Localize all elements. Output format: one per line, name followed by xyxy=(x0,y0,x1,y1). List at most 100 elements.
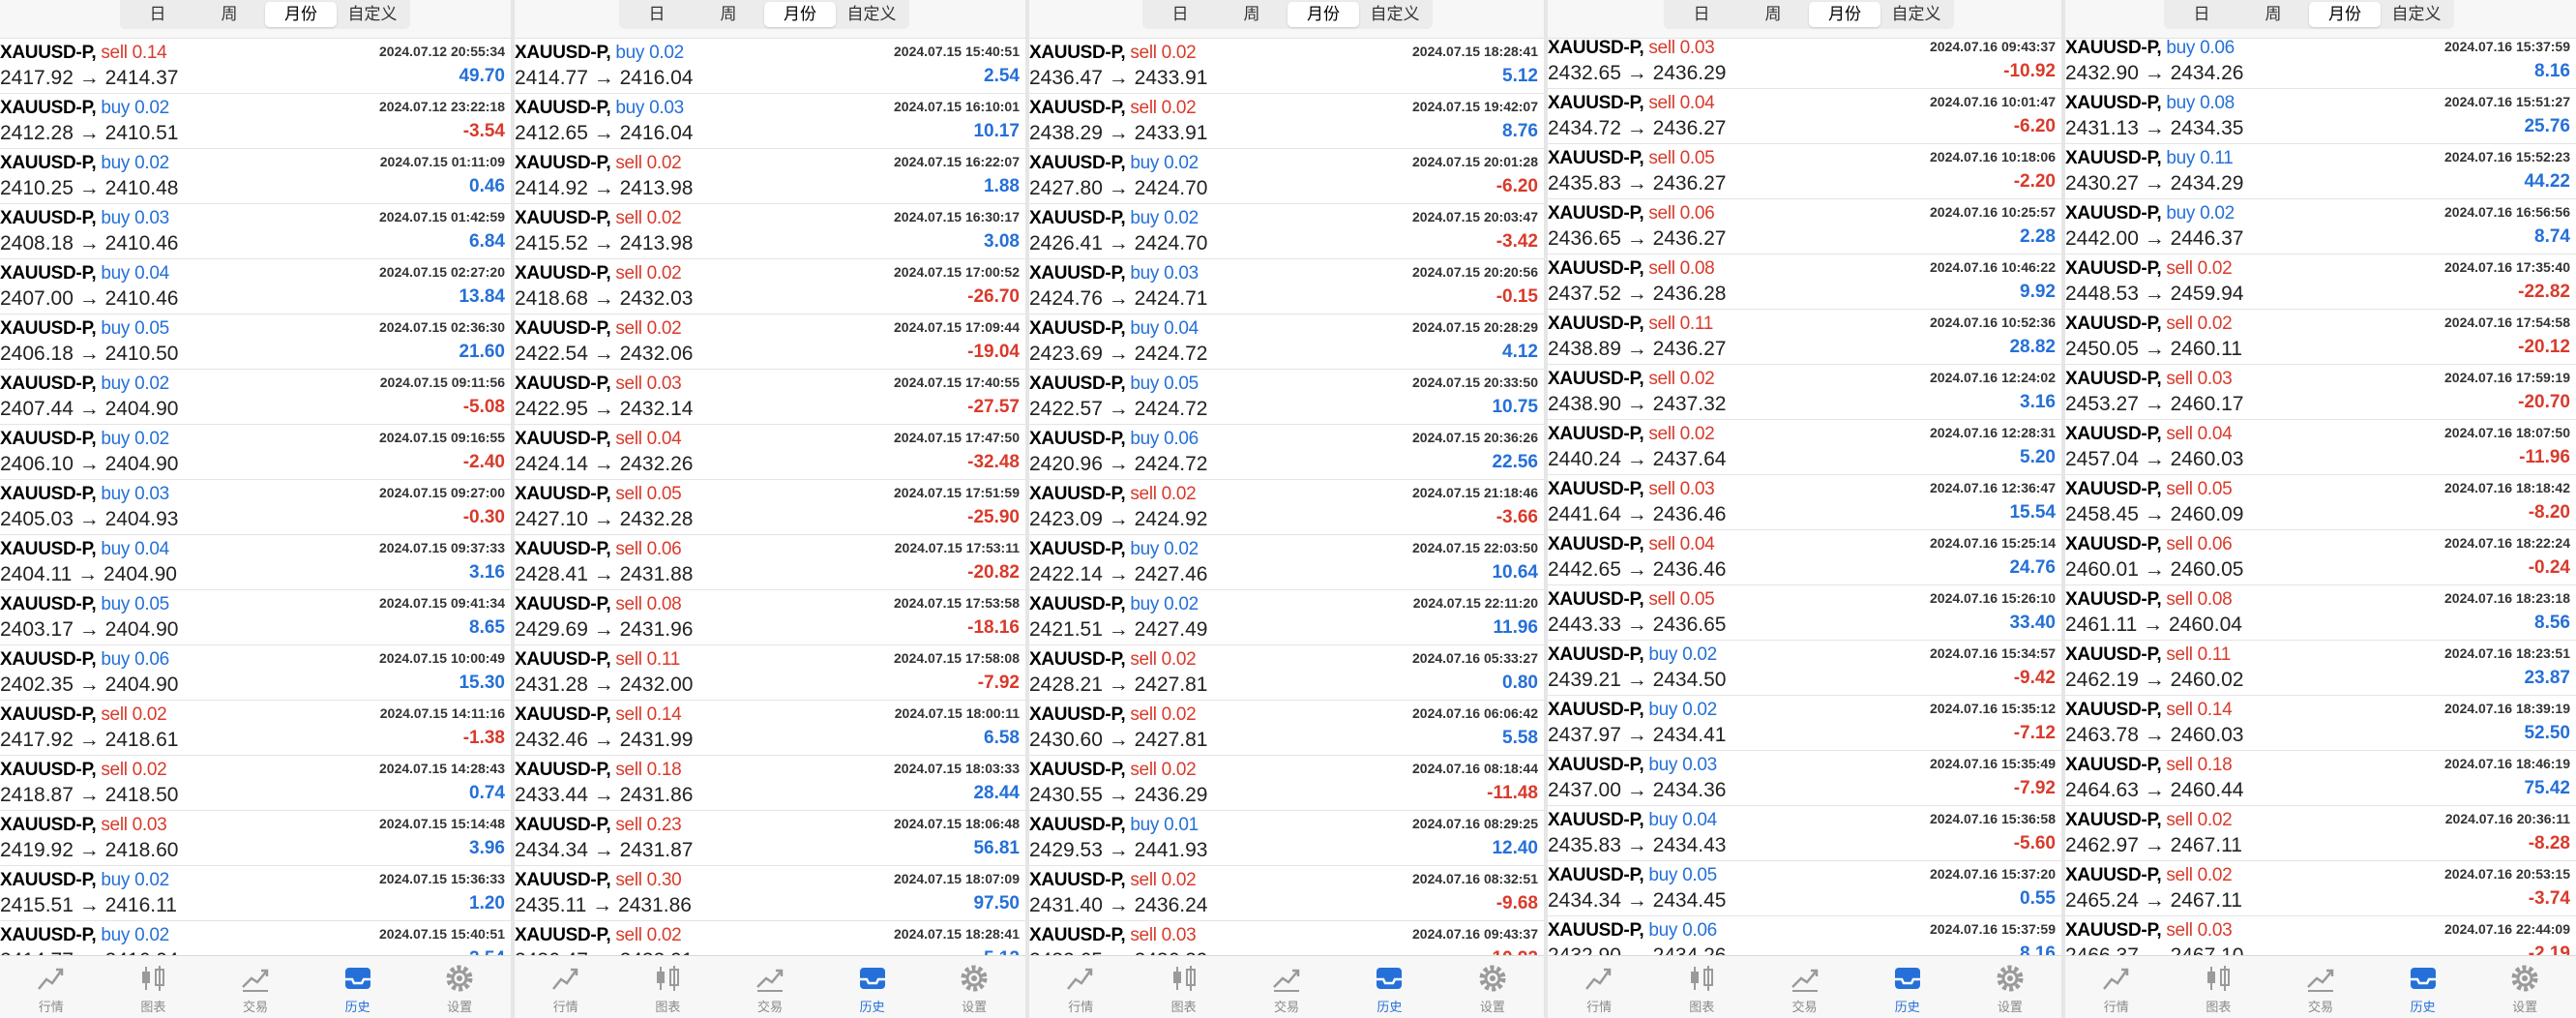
trade-row[interactable]: XAUUSD-P, sell 0.02 2423.09 → 2424.92 2024… xyxy=(1029,480,1544,535)
tab-month[interactable]: 月份 xyxy=(2309,2,2381,27)
trade-row[interactable]: XAUUSD-P, sell 0.14 2463.78 → 2460.03 2024… xyxy=(2065,696,2576,751)
trade-row[interactable]: XAUUSD-P, buy 0.02 2426.41 → 2424.70 2024.… xyxy=(1029,204,1544,259)
trade-row[interactable]: XAUUSD-P, buy 0.03 2424.76 → 2424.71 2024.… xyxy=(1029,259,1544,314)
trade-row[interactable]: XAUUSD-P, sell 0.30 2435.11 → 2431.86 2024… xyxy=(515,866,1025,921)
trade-row[interactable]: XAUUSD-P, sell 0.032432.65 → 2436.292024… xyxy=(1029,921,1544,955)
tab-custom[interactable]: 自定义 xyxy=(337,2,408,27)
trade-row[interactable]: XAUUSD-P, sell 0.06 2460.01 → 2460.05 2024… xyxy=(2065,530,2576,585)
trade-row[interactable]: XAUUSD-P, sell 0.02 2415.52 → 2413.98 2024… xyxy=(515,204,1025,259)
trade-history-list[interactable]: XAUUSD-P, sell 0.03 2432.65 → 2436.29 2024… xyxy=(1548,34,2061,955)
tab-day[interactable]: 日 xyxy=(122,2,193,27)
trade-row[interactable]: XAUUSD-P, sell 0.03 2441.64 → 2436.46 2024… xyxy=(1548,475,2061,530)
trade-row[interactable]: XAUUSD-P, buy 0.02 2406.10 → 2404.90 2024.… xyxy=(0,425,511,480)
tab-month[interactable]: 月份 xyxy=(265,2,337,27)
nav-item-charts[interactable]: 图表 xyxy=(617,956,720,1018)
trade-row[interactable]: XAUUSD-P, buy 0.04 2407.00 → 2410.46 2024.… xyxy=(0,259,511,314)
trade-row[interactable]: XAUUSD-P, buy 0.02 2410.25 → 2410.48 2024.… xyxy=(0,149,511,204)
trade-row[interactable]: XAUUSD-P, buy 0.08 2431.13 → 2434.35 2024.… xyxy=(2065,89,2576,144)
nav-item-charts[interactable]: 图表 xyxy=(1132,956,1234,1018)
trade-row[interactable]: XAUUSD-P, buy 0.02 2442.00 → 2446.37 2024.… xyxy=(2065,199,2576,254)
nav-item-history[interactable]: 历史 xyxy=(1338,956,1440,1018)
trade-row[interactable]: XAUUSD-P, sell 0.14 2432.46 → 2431.99 2024… xyxy=(515,701,1025,756)
trade-row[interactable]: XAUUSD-P, buy 0.02 2414.77 → 2416.04 2024.… xyxy=(515,39,1025,94)
tab-day[interactable]: 日 xyxy=(1666,2,1737,27)
tab-month[interactable]: 月份 xyxy=(1288,2,1359,27)
trade-row[interactable]: XAUUSD-P, sell 0.08 2437.52 → 2436.28 2024… xyxy=(1548,254,2061,310)
tab-day[interactable]: 日 xyxy=(1144,2,1216,27)
trade-row[interactable]: XAUUSD-P, sell 0.18 2464.63 → 2460.44 2024… xyxy=(2065,751,2576,806)
trade-row[interactable]: XAUUSD-P, buy 0.02 2415.51 → 2416.11 2024.… xyxy=(0,866,511,921)
trade-row[interactable]: XAUUSD-P, buy 0.02 2439.21 → 2434.50 2024.… xyxy=(1548,641,2061,696)
nav-item-history[interactable]: 历史 xyxy=(1856,956,1959,1018)
nav-item-settings[interactable]: 设置 xyxy=(2473,956,2576,1018)
trade-row[interactable]: XAUUSD-P, buy 0.02 2407.44 → 2404.90 2024.… xyxy=(0,370,511,425)
nav-item-trade[interactable]: 交易 xyxy=(1235,956,1338,1018)
nav-item-charts[interactable]: 图表 xyxy=(2168,956,2270,1018)
nav-item-settings[interactable]: 设置 xyxy=(1441,956,1544,1018)
tab-day[interactable]: 日 xyxy=(2166,2,2237,27)
tab-month[interactable]: 月份 xyxy=(1809,2,1880,27)
trade-row[interactable]: XAUUSD-P, buy 0.04 2435.83 → 2434.43 2024.… xyxy=(1548,806,2061,861)
trade-history-list[interactable]: XAUUSD-P, buy 0.06 2432.90 → 2434.26 2024.… xyxy=(2065,34,2576,955)
trade-row[interactable]: XAUUSD-P, sell 0.18 2433.44 → 2431.86 2024… xyxy=(515,756,1025,811)
trade-row[interactable]: XAUUSD-P, sell 0.02 2436.47 → 2433.91 2024… xyxy=(1029,39,1544,94)
trade-row[interactable]: XAUUSD-P, buy 0.01 2429.53 → 2441.93 2024.… xyxy=(1029,811,1544,866)
nav-item-charts[interactable]: 图表 xyxy=(1650,956,1753,1018)
trade-row[interactable]: XAUUSD-P, buy 0.05 2403.17 → 2404.90 2024.… xyxy=(0,590,511,645)
trade-row[interactable]: XAUUSD-P, sell 0.02 2418.68 → 2432.03 2024… xyxy=(515,259,1025,314)
tab-week[interactable]: 周 xyxy=(693,2,764,27)
trade-row[interactable]: XAUUSD-P, sell 0.03 2453.27 → 2460.17 2024… xyxy=(2065,365,2576,420)
trade-row[interactable]: XAUUSD-P, sell 0.02 2430.60 → 2427.81 2024… xyxy=(1029,701,1544,756)
trade-row[interactable]: XAUUSD-P, sell 0.08 2429.69 → 2431.96 2024… xyxy=(515,590,1025,645)
nav-item-settings[interactable]: 设置 xyxy=(408,956,511,1018)
nav-item-trade[interactable]: 交易 xyxy=(204,956,307,1018)
trade-row[interactable]: XAUUSD-P, sell 0.02 2430.55 → 2436.29 2024… xyxy=(1029,756,1544,811)
nav-item-history[interactable]: 历史 xyxy=(2372,956,2474,1018)
trade-row[interactable]: XAUUSD-P, sell 0.02 2450.05 → 2460.11 2024… xyxy=(2065,310,2576,365)
nav-item-settings[interactable]: 设置 xyxy=(923,956,1025,1018)
trade-row[interactable]: XAUUSD-P, sell 0.04 2442.65 → 2436.46 2024… xyxy=(1548,530,2061,585)
tab-week[interactable]: 周 xyxy=(1737,2,1809,27)
trade-row[interactable]: XAUUSD-P, sell 0.04 2424.14 → 2432.26 2024… xyxy=(515,425,1025,480)
trade-row[interactable]: XAUUSD-P, sell 0.03 2419.92 → 2418.60 2024… xyxy=(0,811,511,866)
trade-row[interactable]: XAUUSD-P, sell 0.02 2418.87 → 2418.50 2024… xyxy=(0,756,511,811)
trade-row[interactable]: XAUUSD-P, sell 0.06 2428.41 → 2431.88 2024… xyxy=(515,535,1025,590)
trade-row[interactable]: XAUUSD-P, buy 0.11 2430.27 → 2434.29 2024.… xyxy=(2065,144,2576,199)
tab-month[interactable]: 月份 xyxy=(764,2,836,27)
trade-row[interactable]: XAUUSD-P, sell 0.02 2422.54 → 2432.06 2024… xyxy=(515,314,1025,370)
trade-row[interactable]: XAUUSD-P, buy 0.02 2412.28 → 2410.51 2024.… xyxy=(0,94,511,149)
trade-row[interactable]: XAUUSD-P, sell 0.05 2458.45 → 2460.09 2024… xyxy=(2065,475,2576,530)
trade-row[interactable]: XAUUSD-P, sell 0.05 2435.83 → 2436.27 2024… xyxy=(1548,144,2061,199)
nav-item-quotes[interactable]: 行情 xyxy=(1548,956,1650,1018)
trade-row[interactable]: XAUUSD-P, sell 0.04 2434.72 → 2436.27 2024… xyxy=(1548,89,2061,144)
nav-item-quotes[interactable]: 行情 xyxy=(515,956,617,1018)
trade-row[interactable]: XAUUSD-P, sell 0.02 2438.90 → 2437.32 2024… xyxy=(1548,365,2061,420)
tab-week[interactable]: 周 xyxy=(2237,2,2309,27)
trade-row[interactable]: XAUUSD-P, sell 0.02 2417.92 → 2418.61 2024… xyxy=(0,701,511,756)
trade-row[interactable]: XAUUSD-P, buy 0.02 2421.51 → 2427.49 2024.… xyxy=(1029,590,1544,645)
trade-history-list[interactable]: XAUUSD-P, sell 0.14 2417.92 → 2414.37 2024… xyxy=(0,39,511,955)
tab-custom[interactable]: 自定义 xyxy=(1359,2,1431,27)
tab-custom[interactable]: 自定义 xyxy=(2381,2,2452,27)
trade-row[interactable]: XAUUSD-P, sell 0.11 2431.28 → 2432.00 2024… xyxy=(515,645,1025,701)
trade-row[interactable]: XAUUSD-P, buy 0.03 2405.03 → 2404.93 2024.… xyxy=(0,480,511,535)
trade-row[interactable]: XAUUSD-P, sell 0.05 2443.33 → 2436.65 2024… xyxy=(1548,585,2061,641)
trade-row[interactable]: XAUUSD-P, sell 0.23 2434.34 → 2431.87 2024… xyxy=(515,811,1025,866)
trade-row[interactable]: XAUUSD-P, sell 0.11 2462.19 → 2460.02 2024… xyxy=(2065,641,2576,696)
trade-row[interactable]: XAUUSD-P, sell 0.02 2448.53 → 2459.94 2024… xyxy=(2065,254,2576,310)
trade-row[interactable]: XAUUSD-P, sell 0.11 2438.89 → 2436.27 2024… xyxy=(1548,310,2061,365)
trade-row[interactable]: XAUUSD-P, sell 0.032432.65 → 2436.292024… xyxy=(1548,34,2061,89)
trade-row[interactable]: XAUUSD-P, buy 0.05 2422.57 → 2424.72 2024.… xyxy=(1029,370,1544,425)
nav-item-settings[interactable]: 设置 xyxy=(1959,956,2061,1018)
nav-item-charts[interactable]: 图表 xyxy=(103,956,205,1018)
trade-history-list[interactable]: XAUUSD-P, sell 0.02 2436.47 → 2433.91 2024… xyxy=(1029,39,1544,955)
trade-row[interactable]: XAUUSD-P, sell 0.05 2427.10 → 2432.28 2024… xyxy=(515,480,1025,535)
trade-row[interactable]: XAUUSD-P, buy 0.06 2432.90 → 2434.26 2024.… xyxy=(2065,34,2576,89)
tab-week[interactable]: 周 xyxy=(193,2,265,27)
trade-row[interactable]: XAUUSD-P, sell 0.02 2462.97 → 2467.11 2024… xyxy=(2065,806,2576,861)
trade-row[interactable]: XAUUSD-P, buy 0.05 2406.18 → 2410.50 2024.… xyxy=(0,314,511,370)
trade-row[interactable]: XAUUSD-P, sell 0.02 2438.29 → 2433.91 2024… xyxy=(1029,94,1544,149)
trade-row[interactable]: XAUUSD-P, sell 0.04 2457.04 → 2460.03 2024… xyxy=(2065,420,2576,475)
trade-row[interactable]: XAUUSD-P, sell 0.02 2440.24 → 2437.64 2024… xyxy=(1548,420,2061,475)
trade-row[interactable]: XAUUSD-P, buy 0.03 2412.65 → 2416.04 2024.… xyxy=(515,94,1025,149)
